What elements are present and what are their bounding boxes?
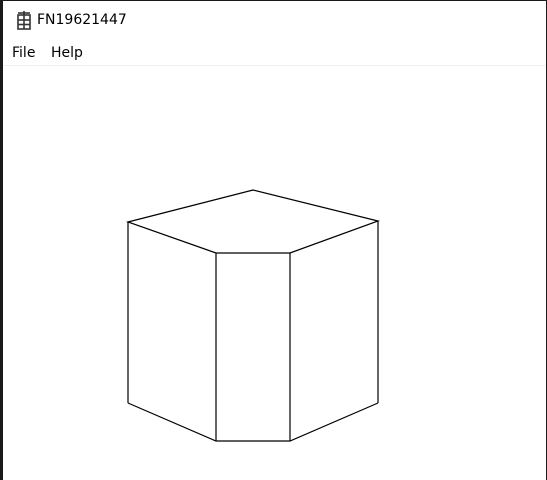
app-icon bbox=[17, 11, 31, 30]
prism-bottom-edge bbox=[127, 402, 379, 442]
prism-top-face bbox=[125, 189, 381, 254]
drawing-canvas[interactable] bbox=[3, 66, 546, 480]
menu-bar: File Help bbox=[3, 40, 546, 66]
menu-help[interactable]: Help bbox=[51, 43, 83, 63]
window-title: FN19621447 bbox=[37, 12, 127, 28]
prism-drawing bbox=[125, 189, 381, 442]
title-bar[interactable]: FN19621447 bbox=[3, 1, 546, 40]
menu-file[interactable]: File bbox=[12, 43, 35, 63]
app-window: FN19621447 File Help bbox=[0, 0, 547, 480]
